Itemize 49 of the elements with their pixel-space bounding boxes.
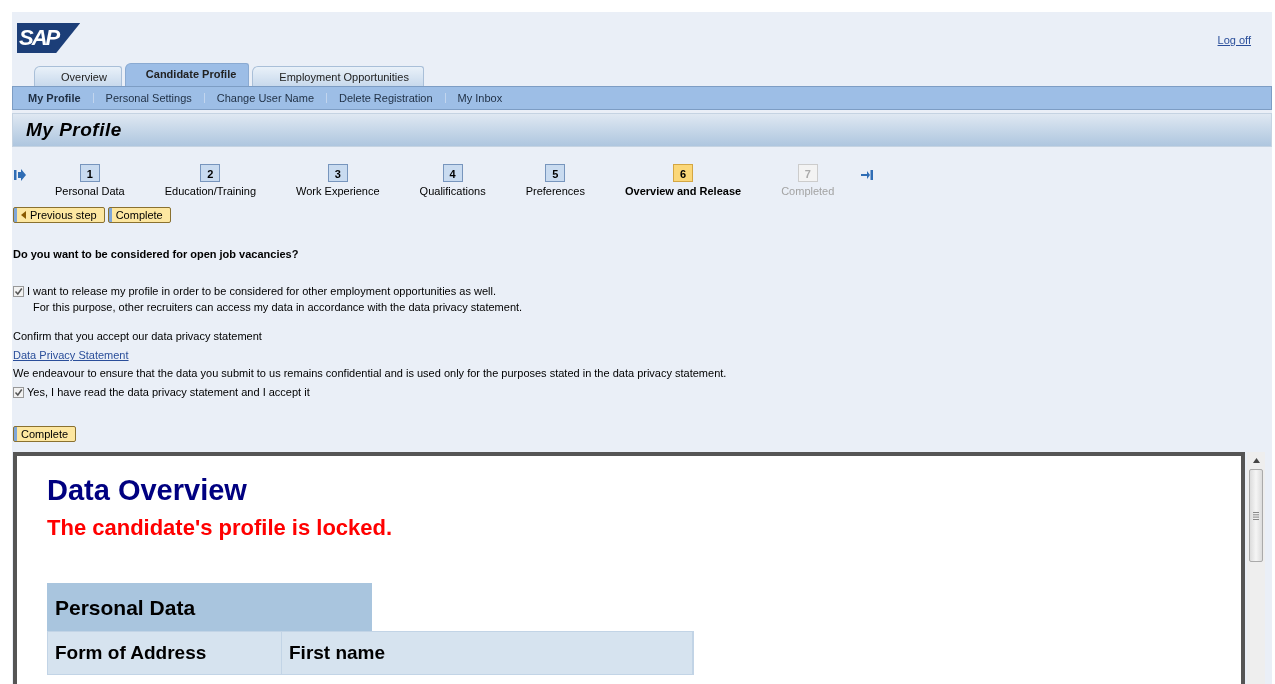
step-number[interactable]: 4: [442, 164, 463, 182]
prompt-text: Confirm that you accept our data privacy statement: [12, 329, 263, 342]
section-header: Personal Data: [47, 583, 372, 631]
step-number[interactable]: 5: [545, 164, 566, 182]
step-label[interactable]: Personal Data: [55, 185, 125, 197]
tab[interactable]: Overview: [34, 66, 122, 86]
checkbox-label: I want to release my profile in order to be considered for other employment opportunities as well.: [27, 285, 496, 297]
sap-logo: SAP: [17, 23, 81, 53]
checkbox[interactable]: [13, 386, 24, 398]
step-label[interactable]: Work Experience: [296, 185, 380, 197]
note-text: For this purpose, other recruiters can access my data in accordance with the data privacy statement.: [32, 300, 524, 313]
step-start-icon: [14, 169, 26, 181]
column-header: First name: [282, 632, 693, 674]
step-number[interactable]: 6: [673, 164, 694, 182]
column-header: Form of Address: [48, 632, 282, 674]
check-icon: [14, 286, 23, 296]
complete-button[interactable]: Complete: [107, 207, 171, 223]
step-label[interactable]: Overview and Release: [624, 185, 742, 197]
tab[interactable]: Employment Opportunities: [252, 66, 424, 86]
status-message: The candidate's profile is locked.: [47, 515, 394, 541]
step-end-icon: [861, 169, 874, 181]
nav-link[interactable]: My Profile: [27, 92, 82, 104]
step-label[interactable]: Qualifications: [419, 185, 486, 197]
step-number[interactable]: 3: [327, 164, 348, 182]
nav-link[interactable]: My Inbox: [456, 92, 504, 104]
question-text: Do you want to be considered for open job vacancies?: [12, 247, 300, 260]
complete-button[interactable]: Complete: [13, 426, 77, 442]
nav-link[interactable]: Delete Registration: [338, 92, 434, 104]
logoff-link[interactable]: Log off: [1217, 34, 1251, 46]
nav-link[interactable]: Change User Name: [215, 92, 315, 104]
step-label[interactable]: Education/Training: [164, 185, 257, 197]
checkbox-label: Yes, I have read the data privacy statement and I accept it: [27, 386, 310, 398]
tab[interactable]: Candidate Profile: [124, 63, 250, 86]
privacy-link[interactable]: Data Privacy Statement: [13, 349, 129, 361]
checkbox[interactable]: [13, 285, 24, 297]
page-title: My Profile: [26, 119, 122, 141]
step-label[interactable]: Preferences: [525, 185, 585, 197]
overview-title: Data Overview: [47, 474, 248, 507]
scroll-thumb[interactable]: [1249, 469, 1263, 562]
previous-step-button[interactable]: Previous step: [13, 207, 105, 223]
check-icon: [14, 387, 23, 397]
step-number[interactable]: 2: [200, 164, 221, 182]
grip-icon: [1253, 511, 1259, 520]
nav-link[interactable]: Personal Settings: [104, 92, 193, 104]
scroll-up-icon: [1252, 458, 1260, 463]
back-arrow-icon: [21, 211, 26, 219]
scrollbar[interactable]: [1247, 452, 1265, 684]
privacy-text: We endeavour to ensure that the data you submit to us remains confidential and is used only for the purposes stated in the data privacy statement.: [12, 366, 728, 379]
step-number[interactable]: 1: [79, 164, 100, 182]
